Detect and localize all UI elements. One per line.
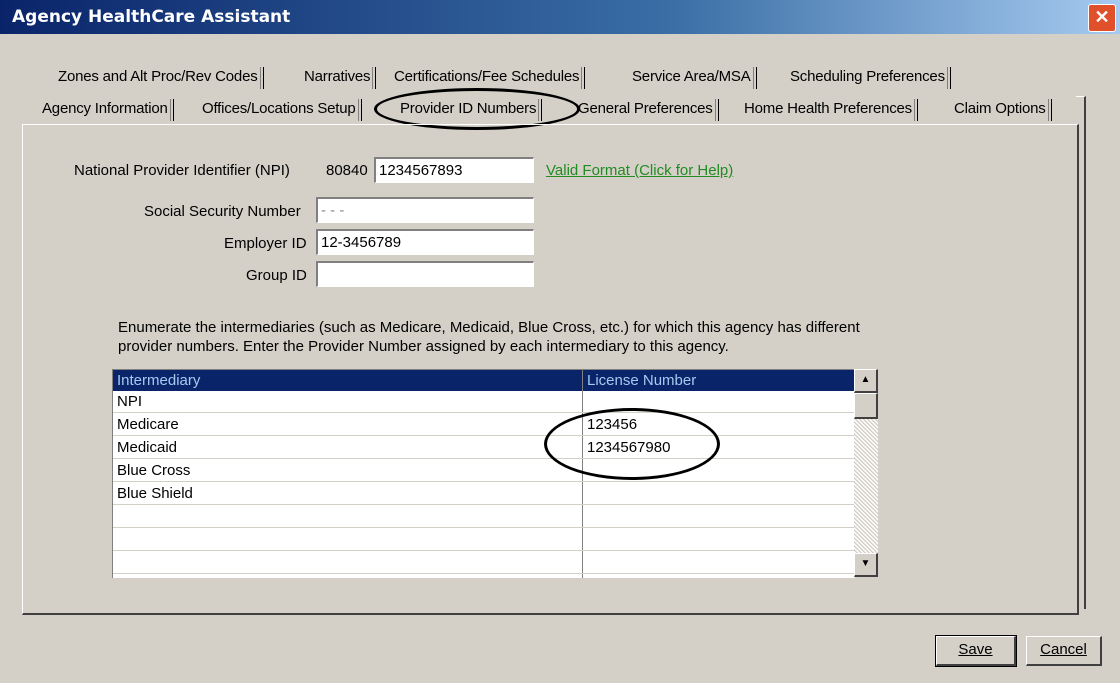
save-button[interactable]: Save xyxy=(935,635,1017,667)
intermediary-cell[interactable] xyxy=(113,529,117,550)
license-cell[interactable] xyxy=(583,506,587,527)
title-bar: Agency HealthCare Assistant ✕ xyxy=(0,0,1120,34)
tab-agency-information[interactable]: Agency Information xyxy=(36,96,174,122)
intermediary-cell[interactable]: NPI xyxy=(113,391,142,412)
intermediary-cell[interactable] xyxy=(113,552,117,573)
close-icon[interactable]: ✕ xyxy=(1088,4,1116,32)
intermediary-cell[interactable]: Medicaid xyxy=(113,437,177,458)
table-row[interactable] xyxy=(113,552,855,574)
license-cell[interactable] xyxy=(583,529,587,550)
table-row[interactable]: Medicare 123456 xyxy=(113,414,855,436)
ssn-field[interactable]: - - - xyxy=(316,197,534,223)
license-cell[interactable] xyxy=(583,552,587,573)
license-cell[interactable] xyxy=(583,391,587,412)
cancel-button-label: Cancel xyxy=(1040,641,1087,658)
table-row[interactable]: NPI xyxy=(113,391,855,413)
intermediary-grid: Intermediary License Number NPI Medicare… xyxy=(112,369,855,578)
grid-scrollbar[interactable]: ▲ ▼ xyxy=(854,369,878,577)
license-cell[interactable] xyxy=(583,460,587,481)
tab-scheduling-preferences[interactable]: Scheduling Preferences xyxy=(784,64,951,90)
ssn-label: Social Security Number xyxy=(144,203,301,220)
tab-narratives[interactable]: Narratives xyxy=(298,64,377,90)
npi-label: National Provider Identifier (NPI) xyxy=(74,162,290,179)
table-row[interactable]: Blue Shield xyxy=(113,483,855,505)
employer-id-field[interactable]: 12-3456789 xyxy=(316,229,534,255)
tab-home-health-preferences[interactable]: Home Health Preferences xyxy=(738,96,918,122)
up-arrow-icon[interactable]: ▲ xyxy=(854,369,878,393)
table-row[interactable] xyxy=(113,529,855,551)
grid-header-intermediary[interactable]: Intermediary xyxy=(113,370,582,391)
instructions-text: Enumerate the intermediaries (such as Me… xyxy=(118,319,860,355)
cancel-button[interactable]: Cancel xyxy=(1026,636,1102,666)
grid-header-license[interactable]: License Number xyxy=(583,370,855,391)
intermediary-cell[interactable] xyxy=(113,506,117,527)
tab-provider-id-numbers[interactable]: Provider ID Numbers xyxy=(394,96,543,122)
tab-offices-locations[interactable]: Offices/Locations Setup xyxy=(196,96,362,122)
table-row[interactable] xyxy=(113,506,855,528)
save-button-label: Save xyxy=(958,641,993,658)
license-cell[interactable] xyxy=(583,483,587,504)
scroll-thumb[interactable] xyxy=(854,393,878,419)
table-row[interactable]: Blue Cross xyxy=(113,460,855,482)
npi-prefix: 80840 xyxy=(326,162,368,179)
tab-row-1: Zones and Alt Proc/Rev Codes Narratives … xyxy=(52,64,992,91)
table-row[interactable]: Medicaid 1234567980 xyxy=(113,437,855,459)
intermediary-cell[interactable]: Blue Shield xyxy=(113,483,193,504)
tab-row-2: Agency Information Offices/Locations Set… xyxy=(36,96,1076,123)
tab-certifications[interactable]: Certifications/Fee Schedules xyxy=(388,64,586,90)
tab-claim-options[interactable]: Claim Options xyxy=(948,96,1052,122)
employer-id-label: Employer ID xyxy=(224,235,307,252)
license-cell[interactable]: 1234567980 xyxy=(583,437,670,458)
npi-field[interactable]: 1234567893 xyxy=(374,157,534,183)
group-id-field[interactable] xyxy=(316,261,534,287)
npi-format-help-link[interactable]: Valid Format (Click for Help) xyxy=(546,162,733,179)
window-title: Agency HealthCare Assistant xyxy=(12,7,291,27)
intermediary-cell[interactable]: Medicare xyxy=(113,414,179,435)
tab-service-area[interactable]: Service Area/MSA xyxy=(626,64,757,90)
license-cell[interactable]: 123456 xyxy=(583,414,637,435)
down-arrow-icon[interactable]: ▼ xyxy=(854,553,878,577)
tab-general-preferences[interactable]: General Preferences xyxy=(572,96,719,122)
tab-zones[interactable]: Zones and Alt Proc/Rev Codes xyxy=(52,64,264,90)
intermediary-cell[interactable]: Blue Cross xyxy=(113,460,190,481)
group-id-label: Group ID xyxy=(246,267,307,284)
